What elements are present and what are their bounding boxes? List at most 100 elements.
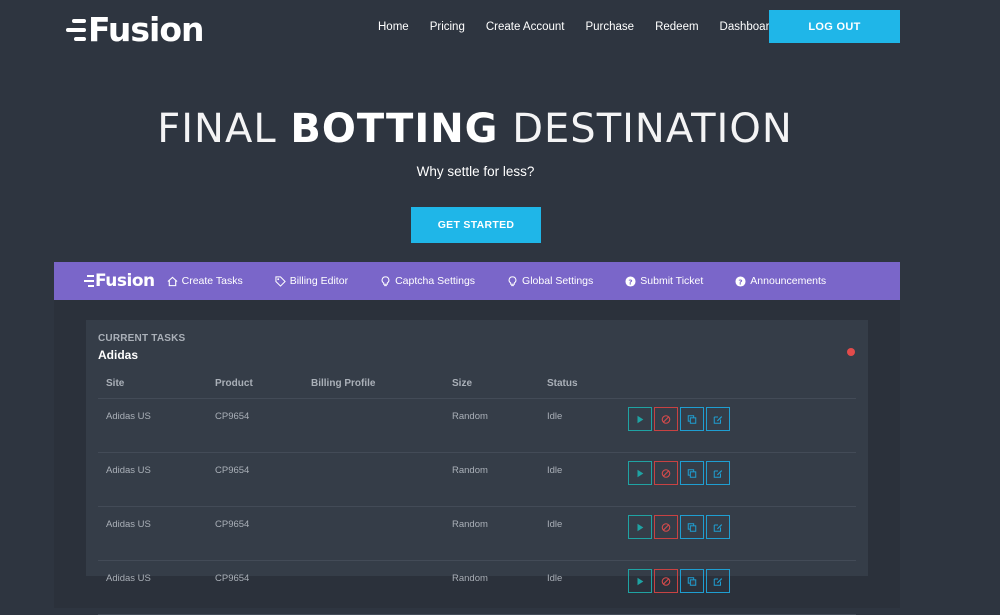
- logout-button[interactable]: LOG OUT: [769, 10, 900, 43]
- duplicate-task-button[interactable]: [680, 407, 704, 431]
- hero-title-pre: FINAL: [157, 106, 291, 152]
- stop-task-button[interactable]: [654, 515, 678, 539]
- app-toolbar: Fusion Create Tasks Billing Editor Captc…: [54, 262, 900, 300]
- tab-label: Billing Editor: [289, 275, 349, 287]
- cell-size: Random: [444, 398, 539, 453]
- tags-icon: [275, 275, 286, 287]
- start-task-button[interactable]: [628, 569, 652, 593]
- cell-status: Idle: [539, 398, 620, 453]
- hero-title-post: DESTINATION: [498, 106, 793, 152]
- stop-icon: [661, 414, 671, 424]
- table-row: Adidas US CP9654 Random Idle: [98, 560, 856, 615]
- lightbulb-icon: [380, 275, 391, 287]
- nav-dashboard[interactable]: Dashboard: [720, 21, 776, 33]
- stop-task-button[interactable]: [654, 569, 678, 593]
- tab-submit-ticket[interactable]: ? Submit Ticket: [625, 275, 703, 287]
- lightbulb-icon: [507, 275, 518, 287]
- tab-label: Create Tasks: [181, 275, 243, 287]
- edit-icon: [713, 523, 723, 532]
- cell-size: Random: [444, 506, 539, 561]
- cell-status: Idle: [539, 452, 620, 507]
- status-indicator: [847, 348, 855, 356]
- cell-size: Random: [444, 452, 539, 507]
- tab-create-tasks[interactable]: Create Tasks: [167, 275, 243, 287]
- cell-billing-profile: [303, 452, 444, 507]
- edit-task-button[interactable]: [706, 515, 730, 539]
- home-icon: [167, 276, 178, 287]
- nav-pricing[interactable]: Pricing: [430, 21, 465, 33]
- question-circle-icon: ?: [625, 275, 636, 287]
- cell-actions: [620, 452, 856, 507]
- play-icon: [637, 523, 644, 531]
- start-task-button[interactable]: [628, 461, 652, 485]
- cell-product: CP9654: [207, 398, 303, 453]
- start-task-button[interactable]: [628, 515, 652, 539]
- cell-status: Idle: [539, 506, 620, 561]
- stop-task-button[interactable]: [654, 461, 678, 485]
- cell-actions: [620, 506, 856, 561]
- hero-subtitle: Why settle for less?: [416, 164, 535, 179]
- tab-label: Captcha Settings: [395, 275, 476, 287]
- cell-product: CP9654: [207, 506, 303, 561]
- edit-task-button[interactable]: [706, 407, 730, 431]
- cell-product: CP9654: [207, 452, 303, 507]
- nav-home[interactable]: Home: [378, 21, 409, 33]
- column-header-product: Product: [207, 368, 303, 399]
- svg-text:?: ?: [739, 277, 743, 286]
- cell-billing-profile: [303, 560, 444, 615]
- nav-create-account[interactable]: Create Account: [486, 21, 565, 33]
- tab-label: Submit Ticket: [640, 275, 704, 287]
- tab-captcha-settings[interactable]: Captcha Settings: [380, 275, 475, 287]
- card-label: CURRENT TASKS: [98, 333, 186, 344]
- play-icon: [637, 469, 644, 477]
- edit-task-button[interactable]: [706, 461, 730, 485]
- question-circle-icon: ?: [735, 275, 746, 287]
- duplicate-task-button[interactable]: [680, 515, 704, 539]
- play-icon: [637, 415, 644, 423]
- tab-label: Global Settings: [522, 275, 594, 287]
- app-preview: Fusion Create Tasks Billing Editor Captc…: [54, 262, 900, 615]
- table-row: Adidas US CP9654 Random Idle: [98, 452, 856, 507]
- hero-title-bold: BOTTING: [290, 106, 499, 152]
- tab-billing-editor[interactable]: Billing Editor: [275, 275, 348, 287]
- speed-lines-icon: [84, 275, 94, 287]
- column-header-size: Size: [444, 368, 539, 399]
- duplicate-task-button[interactable]: [680, 569, 704, 593]
- duplicate-task-button[interactable]: [680, 461, 704, 485]
- cell-billing-profile: [303, 506, 444, 561]
- edit-task-button[interactable]: [706, 569, 730, 593]
- current-tasks-card: CURRENT TASKS Adidas Site Product Billin…: [86, 320, 868, 615]
- app-logo[interactable]: Fusion: [84, 271, 155, 291]
- column-header-actions: [620, 368, 856, 399]
- stop-task-button[interactable]: [654, 407, 678, 431]
- nav-redeem[interactable]: Redeem: [655, 21, 698, 33]
- tab-global-settings[interactable]: Global Settings: [507, 275, 593, 287]
- table-row: Adidas US CP9654 Random Idle: [98, 398, 856, 453]
- cell-product: CP9654: [207, 560, 303, 615]
- stop-icon: [661, 576, 671, 586]
- cell-size: Random: [444, 560, 539, 615]
- hero-title: FINAL BOTTING DESTINATION: [0, 106, 950, 152]
- main-nav: Home Pricing Create Account Purchase Red…: [378, 21, 797, 33]
- cell-actions: [620, 560, 856, 615]
- column-header-billing-profile: Billing Profile: [303, 368, 444, 399]
- cell-status: Idle: [539, 560, 620, 615]
- copy-icon: [687, 414, 697, 424]
- cell-actions: [620, 398, 856, 453]
- cell-site: Adidas US: [98, 398, 207, 453]
- brand-name: Fusion: [88, 10, 205, 49]
- edit-icon: [713, 415, 723, 424]
- start-task-button[interactable]: [628, 407, 652, 431]
- svg-text:?: ?: [629, 277, 633, 286]
- tab-announcements[interactable]: ? Announcements: [735, 275, 826, 287]
- get-started-button[interactable]: GET STARTED: [411, 207, 541, 243]
- edit-icon: [713, 577, 723, 586]
- cell-billing-profile: [303, 398, 444, 453]
- cell-site: Adidas US: [98, 452, 207, 507]
- play-icon: [637, 577, 644, 585]
- table-header-row: Site Product Billing Profile Size Status: [98, 368, 856, 399]
- copy-icon: [687, 522, 697, 532]
- edit-icon: [713, 469, 723, 478]
- nav-purchase[interactable]: Purchase: [585, 21, 634, 33]
- fusion-logo[interactable]: Fusion: [66, 10, 205, 49]
